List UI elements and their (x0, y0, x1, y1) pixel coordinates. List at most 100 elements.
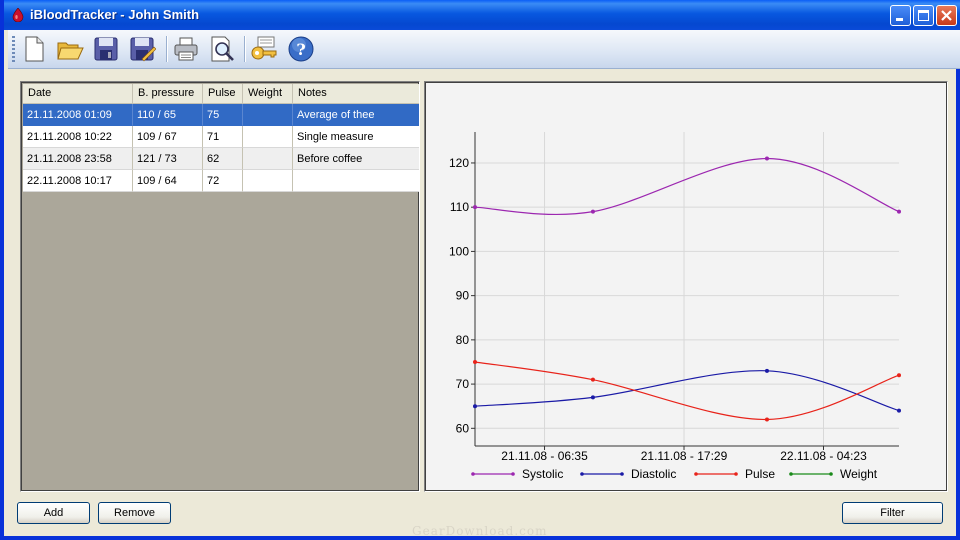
cell-pulse[interactable]: 71 (203, 126, 243, 148)
cell-notes[interactable]: Before coffee (293, 148, 419, 170)
cell-bp[interactable]: 110 / 65 (133, 104, 203, 126)
cell-weight[interactable] (243, 170, 293, 192)
table-row[interactable]: 22.11.2008 10:17 109 / 64 72 (23, 170, 419, 192)
data-point-diastolic (897, 408, 901, 413)
y-tick-label: 120 (449, 156, 469, 170)
data-point-systolic (764, 156, 769, 161)
legend-marker-weight (829, 472, 833, 476)
save-as-icon (130, 37, 156, 62)
cell-bp[interactable]: 121 / 73 (133, 148, 203, 170)
data-point-systolic (590, 209, 595, 214)
legend-label-systolic: Systolic (522, 467, 563, 481)
legend-marker-systolic (471, 472, 475, 476)
x-tick-label: 21.11.08 - 06:35 (501, 449, 588, 463)
toolbar-separator (166, 36, 168, 62)
table-row[interactable]: 21.11.2008 23:58 121 / 73 62 Before coff… (23, 148, 419, 170)
toolbar: ? (8, 30, 960, 69)
print-icon (174, 37, 198, 61)
cell-date[interactable]: 22.11.2008 10:17 (23, 170, 133, 192)
column-header-notes[interactable]: Notes (293, 84, 419, 103)
legend-marker-systolic (511, 472, 515, 476)
toolbar-grip[interactable] (12, 36, 15, 62)
open-folder-icon (57, 42, 84, 60)
cell-date[interactable]: 21.11.2008 01:09 (23, 104, 133, 126)
column-header-date[interactable]: Date (23, 84, 133, 103)
chart-panel: 60 70 80 90 100 110 120 21.11.08 - 06:35 21.11.0… (424, 81, 948, 492)
app-window: iBloodTracker - John Smith ? Date B. pre… (0, 0, 960, 540)
cell-pulse[interactable]: 75 (203, 104, 243, 126)
cell-weight[interactable] (243, 148, 293, 170)
column-header-pulse[interactable]: Pulse (203, 84, 243, 103)
save-as-button[interactable] (126, 32, 158, 66)
data-point-pulse (590, 377, 595, 382)
cell-notes[interactable]: Single measure (293, 126, 419, 148)
data-point-pulse (764, 417, 769, 422)
data-point-diastolic (764, 368, 769, 373)
cell-date[interactable]: 21.11.2008 10:22 (23, 126, 133, 148)
data-point-diastolic (590, 395, 595, 400)
legend-marker-diastolic (620, 472, 624, 476)
x-tick-label: 21.11.08 - 17:29 (641, 449, 728, 463)
close-icon (941, 10, 952, 21)
svg-text:?: ? (296, 40, 305, 59)
maximize-icon (918, 10, 929, 21)
cell-pulse[interactable]: 62 (203, 148, 243, 170)
key-button[interactable] (248, 32, 280, 66)
legend-label-pulse: Pulse (745, 467, 775, 481)
column-header-weight[interactable]: Weight (243, 84, 293, 103)
cell-date[interactable]: 21.11.2008 23:58 (23, 148, 133, 170)
legend-label-diastolic: Diastolic (631, 467, 676, 481)
y-tick-label: 70 (456, 377, 470, 391)
blood-pressure-chart: 60 70 80 90 100 110 120 21.11.08 - 06:35 21.11.0… (449, 132, 901, 481)
y-tick-label: 110 (450, 200, 469, 214)
measurements-grid[interactable]: Date B. pressure Pulse Weight Notes 21.1… (20, 81, 420, 492)
maximize-button[interactable] (913, 5, 934, 26)
save-icon (94, 37, 118, 61)
add-button[interactable]: Add (17, 502, 90, 524)
legend-label-weight: Weight (840, 467, 878, 481)
print-button[interactable] (170, 32, 202, 66)
cell-bp[interactable]: 109 / 67 (133, 126, 203, 148)
cell-notes[interactable]: Average of thee (293, 104, 419, 126)
key-icon (251, 36, 277, 60)
new-button[interactable] (18, 32, 50, 66)
data-point-systolic (897, 209, 901, 214)
filter-button[interactable]: Filter (842, 502, 943, 524)
cell-bp[interactable]: 109 / 64 (133, 170, 203, 192)
cell-weight[interactable] (243, 104, 293, 126)
legend-marker-pulse (694, 472, 698, 476)
legend-marker-pulse (734, 472, 738, 476)
blood-drop-icon (12, 8, 24, 22)
print-preview-button[interactable] (206, 32, 238, 66)
help-button[interactable]: ? (285, 32, 317, 66)
y-tick-label: 80 (456, 333, 470, 347)
data-point-systolic (473, 205, 477, 210)
window-title: iBloodTracker - John Smith (30, 7, 200, 22)
table-row[interactable]: 21.11.2008 10:22 109 / 67 71 Single meas… (23, 126, 419, 148)
y-tick-label: 60 (456, 421, 470, 435)
grid-header: Date B. pressure Pulse Weight Notes (23, 84, 419, 104)
legend-marker-diastolic (580, 472, 584, 476)
data-point-pulse (473, 359, 477, 364)
cell-weight[interactable] (243, 126, 293, 148)
table-row[interactable]: 21.11.2008 01:09 110 / 65 75 Average of … (23, 104, 419, 126)
help-icon: ? (288, 36, 314, 62)
cell-pulse[interactable]: 72 (203, 170, 243, 192)
minimize-icon (896, 18, 903, 21)
column-header-bp[interactable]: B. pressure (133, 84, 203, 103)
title-bar[interactable]: iBloodTracker - John Smith (4, 0, 960, 30)
legend-marker-weight (789, 472, 793, 476)
data-point-pulse (897, 373, 901, 378)
toolbar-separator (244, 36, 246, 62)
new-icon (25, 36, 44, 62)
remove-button[interactable]: Remove (98, 502, 171, 524)
open-button[interactable] (54, 32, 86, 66)
print-preview-icon (211, 36, 234, 62)
close-button[interactable] (936, 5, 957, 26)
y-tick-label: 100 (449, 244, 469, 258)
cell-notes[interactable] (293, 170, 419, 192)
minimize-button[interactable] (890, 5, 911, 26)
save-button[interactable] (90, 32, 122, 66)
watermark: GearDownload.com (412, 524, 548, 538)
data-point-diastolic (473, 404, 477, 409)
